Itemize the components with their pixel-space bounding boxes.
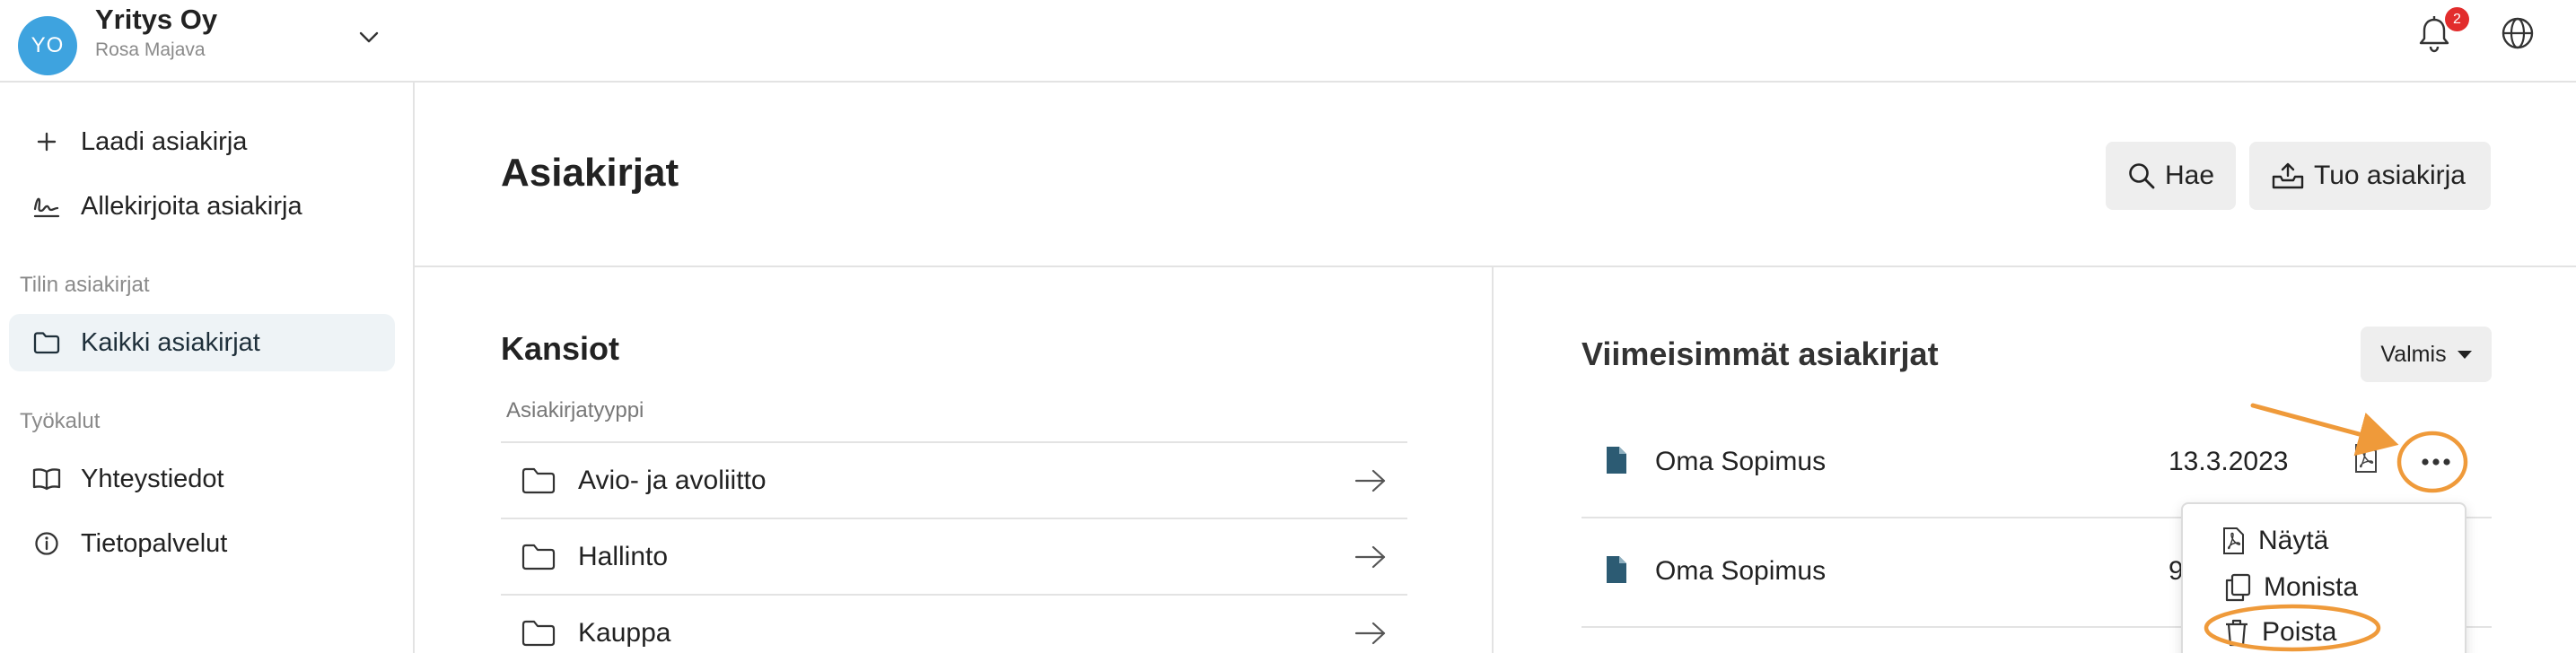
- caret-down-icon: [2457, 350, 2472, 359]
- search-button[interactable]: Hae: [2106, 142, 2237, 210]
- menu-item-label: Poista: [2262, 617, 2337, 647]
- folder-icon: [32, 328, 61, 357]
- page-header: Asiakirjat Hae Tuo asiakirja: [415, 83, 2576, 267]
- sidebar-item-contacts[interactable]: Yhteystiedot: [9, 450, 395, 508]
- sidebar-item-label: Kaikki asiakirjat: [81, 327, 260, 357]
- document-type-column-label: Asiakirjatyyppi: [506, 398, 644, 422]
- trash-icon: [2226, 619, 2247, 647]
- pdf-file-icon[interactable]: [2353, 443, 2379, 474]
- page-title: Asiakirjat: [501, 151, 679, 195]
- document-name[interactable]: Oma Sopimus: [1655, 447, 1826, 477]
- copy-icon: [2225, 573, 2251, 602]
- search-icon: [2129, 163, 2155, 189]
- folder-icon: [521, 620, 556, 646]
- menu-item-label: Näytä: [2258, 526, 2329, 555]
- plus-icon: [32, 127, 61, 156]
- menu-item-delete[interactable]: Poista: [2224, 612, 2336, 653]
- upload-tray-icon: [2272, 162, 2304, 189]
- more-options-button[interactable]: [2407, 440, 2465, 484]
- menu-item-view[interactable]: Näytä: [2222, 520, 2328, 562]
- folder-row[interactable]: Avio- ja avoliitto: [501, 441, 1407, 518]
- section-heading-tools: Työkalut: [20, 409, 101, 433]
- folders-title: Kansiot: [501, 330, 620, 367]
- arrow-right-icon: [1354, 469, 1386, 492]
- org-name[interactable]: Yritys Oy: [95, 4, 217, 36]
- sidebar-item-label: Tietopalvelut: [81, 528, 228, 558]
- folder-label: Hallinto: [578, 541, 669, 571]
- section-heading-account-documents: Tilin asiakirjat: [20, 273, 150, 297]
- folder-row[interactable]: Hallinto: [501, 518, 1407, 594]
- recent-documents-title: Viimeisimmät asiakirjat: [1582, 335, 1939, 372]
- sidebar-item-info-services[interactable]: Tietopalvelut: [9, 515, 395, 572]
- chevron-down-icon[interactable]: [355, 23, 382, 50]
- notification-badge: 2: [2445, 7, 2469, 31]
- status-filter-value: Valmis: [2380, 341, 2447, 367]
- folder-icon: [521, 467, 556, 493]
- import-document-button[interactable]: Tuo asiakirja: [2249, 142, 2491, 210]
- import-button-label: Tuo asiakirja: [2314, 161, 2466, 190]
- folder-label: Avio- ja avoliitto: [578, 465, 767, 495]
- folder-label: Kauppa: [578, 617, 671, 648]
- arrow-right-icon: [1354, 622, 1386, 644]
- menu-item-label: Monista: [2264, 572, 2359, 602]
- folders-panel: Kansiot Asiakirjatyyppi Avio- ja avoliit…: [415, 267, 1494, 653]
- search-button-label: Hae: [2165, 161, 2215, 190]
- signature-icon: [32, 192, 61, 221]
- document-context-menu: Näytä Monista Poista: [2181, 502, 2466, 653]
- globe-icon[interactable]: [2501, 16, 2535, 50]
- ellipsis-icon: [2422, 458, 2450, 466]
- user-name: Rosa Majava: [95, 39, 206, 60]
- document-icon: [1607, 556, 1626, 583]
- sidebar-item-label: Allekirjoita asiakirja: [81, 191, 302, 221]
- document-date: 13.3.2023: [2169, 447, 2289, 476]
- sidebar-item-label: Yhteystiedot: [81, 464, 224, 493]
- folder-row[interactable]: Kauppa: [501, 594, 1407, 653]
- pdf-file-icon: [2223, 527, 2244, 554]
- sidebar-item-all-documents[interactable]: Kaikki asiakirjat: [9, 314, 395, 371]
- sidebar: Laadi asiakirja Allekirjoita asiakirja T…: [0, 83, 415, 653]
- info-icon: [32, 529, 61, 558]
- top-bar: YO Yritys Oy Rosa Majava 2: [0, 0, 2576, 83]
- document-icon: [1607, 447, 1626, 474]
- sidebar-item-sign-document[interactable]: Allekirjoita asiakirja: [9, 178, 395, 235]
- document-name[interactable]: Oma Sopimus: [1655, 556, 1826, 587]
- avatar[interactable]: YO: [18, 16, 77, 75]
- status-filter-dropdown[interactable]: Valmis: [2361, 326, 2492, 382]
- menu-item-copy[interactable]: Monista: [2224, 567, 2358, 608]
- sidebar-item-create-document[interactable]: Laadi asiakirja: [9, 113, 395, 170]
- book-icon: [32, 465, 61, 493]
- arrow-right-icon: [1354, 545, 1386, 568]
- sidebar-item-label: Laadi asiakirja: [81, 126, 248, 156]
- folder-icon: [521, 544, 556, 570]
